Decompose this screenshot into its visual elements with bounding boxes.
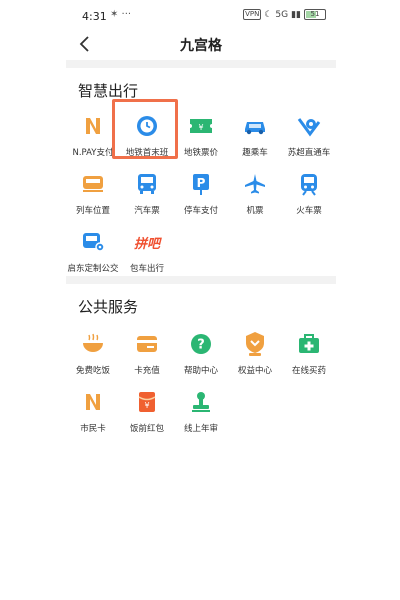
charter-icon: 拼吧 bbox=[133, 228, 161, 256]
grid-item-ride[interactable]: 趣乘车 bbox=[228, 108, 282, 166]
divider bbox=[66, 60, 336, 68]
grid-item-metro-first-last[interactable]: 地铁首末班 bbox=[120, 108, 174, 166]
grid-item-label: 帮助中心 bbox=[183, 366, 218, 376]
moon-icon: ☾ bbox=[264, 9, 273, 20]
red-packet-icon: ¥ bbox=[133, 388, 161, 416]
grid-item-benefit-center[interactable]: 权益中心 bbox=[228, 326, 282, 384]
grid-public: 免费吃饭 卡充值 ? 帮助中心 权益中心 在线买药 市民卡 ¥ 饭前红包 线上年… bbox=[66, 326, 336, 442]
svg-text:P: P bbox=[197, 176, 206, 190]
grid-item-label: 机票 bbox=[246, 206, 264, 216]
svg-text:¥: ¥ bbox=[198, 123, 203, 132]
grid-item-help-center[interactable]: ? 帮助中心 bbox=[174, 326, 228, 384]
section-title-public: 公共服务 bbox=[78, 298, 139, 316]
grid-item-label: 免费吃饭 bbox=[75, 366, 110, 376]
grid-travel: N.PAY支付 地铁首末班 ¥ 地铁票价 趣乘车 苏超直通车 列车位置 汽车票 … bbox=[66, 108, 336, 282]
status-time: 4:31 bbox=[82, 10, 107, 23]
grid-item-red-packet[interactable]: ¥ 饭前红包 bbox=[120, 384, 174, 442]
grid-item-label: 权益中心 bbox=[237, 366, 272, 376]
grid-item-label: 停车支付 bbox=[183, 206, 218, 216]
grid-item-label: 饭前红包 bbox=[129, 424, 164, 434]
grid-item-train-ticket[interactable]: 火车票 bbox=[282, 166, 336, 224]
train-ticket-icon bbox=[295, 170, 323, 198]
npay-icon bbox=[79, 112, 107, 140]
grid-item-metro-fare[interactable]: ¥ 地铁票价 bbox=[174, 108, 228, 166]
status-right-icons: VPN ☾ 5G ▮▮ 51 bbox=[243, 9, 326, 20]
card-recharge-icon bbox=[133, 330, 161, 358]
signal-icon: ▮▮ bbox=[291, 9, 301, 20]
grid-item-label: 火车票 bbox=[296, 206, 322, 216]
grid-item-label: 苏超直通车 bbox=[287, 148, 331, 158]
charter-logo-text: 拼吧 bbox=[133, 236, 160, 252]
grid-item-parking[interactable]: P 停车支付 bbox=[174, 166, 228, 224]
grid-item-label: 地铁票价 bbox=[183, 148, 218, 158]
grid-item-train-location[interactable]: 列车位置 bbox=[66, 166, 120, 224]
benefit-icon bbox=[241, 330, 269, 358]
grid-item-label: 包车出行 bbox=[129, 264, 164, 274]
grid-item-suchao[interactable]: 苏超直通车 bbox=[282, 108, 336, 166]
page-title: 九宫格 bbox=[180, 38, 222, 54]
svg-text:?: ? bbox=[197, 338, 205, 353]
battery-icon: 51 bbox=[304, 9, 326, 20]
battery-level: 51 bbox=[310, 10, 320, 18]
car-icon bbox=[241, 112, 269, 140]
plane-icon bbox=[241, 170, 269, 198]
signal-5g-label: 5G bbox=[275, 9, 289, 20]
grid-item-label: 汽车票 bbox=[134, 206, 160, 216]
grid-item-flight[interactable]: 机票 bbox=[228, 166, 282, 224]
grid-item-label: 卡充值 bbox=[134, 366, 160, 376]
train-icon bbox=[79, 170, 107, 198]
grid-item-charter[interactable]: 拼吧 包车出行 bbox=[120, 224, 174, 282]
grid-item-label: N.PAY支付 bbox=[72, 148, 114, 158]
clock-icon bbox=[133, 112, 161, 140]
phone-screen: 4:31 ✶ ··· VPN ☾ 5G ▮▮ 51 九宫格 智慧出行 N.PAY… bbox=[66, 0, 336, 600]
notification-icons: ✶ ··· bbox=[110, 9, 132, 20]
grid-item-annual-review[interactable]: 线上年审 bbox=[174, 384, 228, 442]
svg-text:¥: ¥ bbox=[144, 401, 149, 410]
ticket-icon: ¥ bbox=[187, 112, 215, 140]
citizen-card-icon bbox=[79, 388, 107, 416]
custom-bus-icon bbox=[79, 228, 107, 256]
medicine-icon bbox=[295, 330, 323, 358]
section-title-travel: 智慧出行 bbox=[78, 82, 139, 100]
divider bbox=[66, 276, 336, 284]
grid-item-online-medicine[interactable]: 在线买药 bbox=[282, 326, 336, 384]
grid-item-citizen-card[interactable]: 市民卡 bbox=[66, 384, 120, 442]
grid-item-label: 市民卡 bbox=[80, 424, 106, 434]
grid-item-npay[interactable]: N.PAY支付 bbox=[66, 108, 120, 166]
grid-item-label: 地铁首末班 bbox=[125, 148, 169, 158]
grid-item-bus-ticket[interactable]: 汽车票 bbox=[120, 166, 174, 224]
grid-item-label: 趣乘车 bbox=[242, 148, 268, 158]
grid-item-custom-bus[interactable]: 启东定制公交 bbox=[66, 224, 120, 282]
grid-item-free-meal[interactable]: 免费吃饭 bbox=[66, 326, 120, 384]
grid-item-label: 在线买药 bbox=[291, 366, 326, 376]
help-icon: ? bbox=[187, 330, 215, 358]
grid-item-label: 启东定制公交 bbox=[67, 264, 119, 274]
grid-item-label: 线上年审 bbox=[183, 424, 218, 434]
grid-item-card-recharge[interactable]: 卡充值 bbox=[120, 326, 174, 384]
vpn-icon: VPN bbox=[243, 9, 262, 20]
nav-bar: 九宫格 bbox=[66, 30, 336, 58]
status-bar: 4:31 ✶ ··· VPN ☾ 5G ▮▮ 51 bbox=[66, 0, 336, 30]
bowl-icon bbox=[79, 330, 107, 358]
annual-review-icon bbox=[187, 388, 215, 416]
grid-item-label: 列车位置 bbox=[75, 206, 110, 216]
soccer-icon bbox=[295, 112, 323, 140]
parking-icon: P bbox=[187, 170, 215, 198]
bus-icon bbox=[133, 170, 161, 198]
